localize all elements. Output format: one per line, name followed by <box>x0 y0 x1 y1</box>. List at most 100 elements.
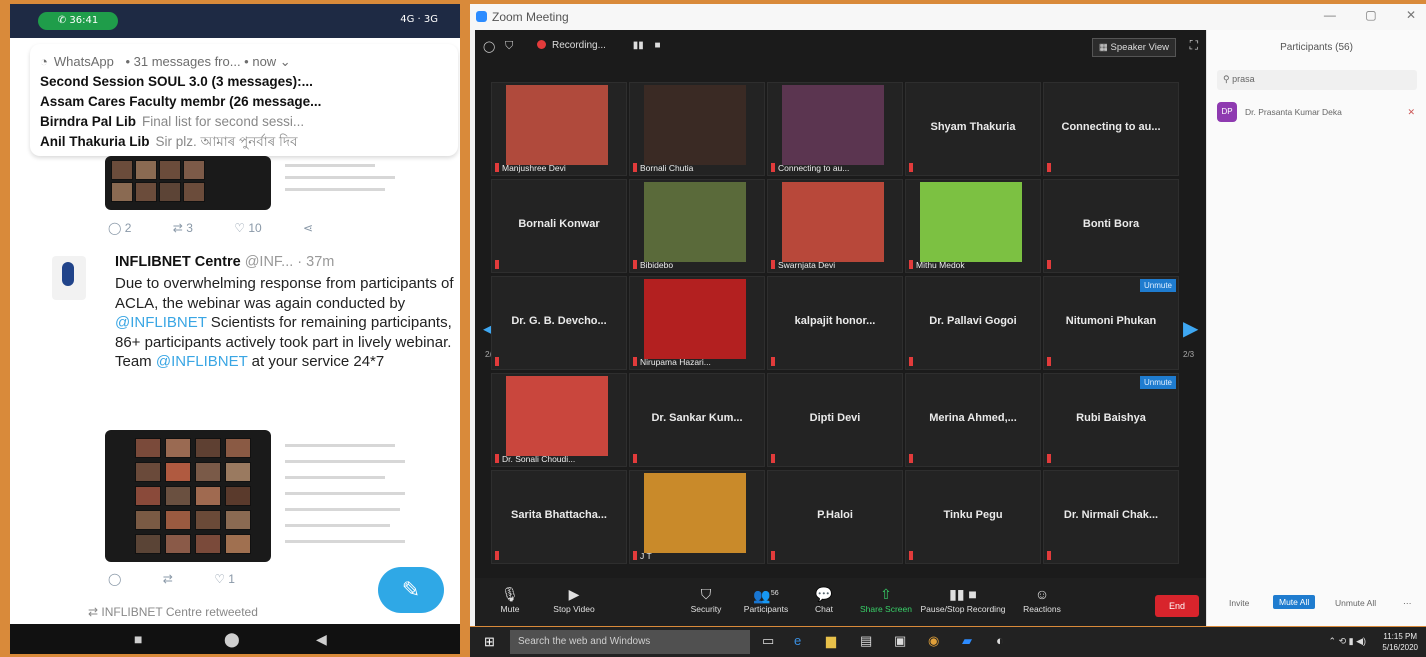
share-screen-button[interactable]: ⇧ Share Screen <box>851 584 921 614</box>
status-bar: ✆ 36:41 4G · 3G <box>10 4 460 38</box>
unmute-all-button[interactable]: Unmute All <box>1335 598 1376 608</box>
notification-line: Anil Thakuria Lib Sir plz. আমাৰ পুনৰ্বাৰ … <box>40 134 298 149</box>
mute-button[interactable]: 🎙 Mute <box>475 584 545 614</box>
more-options-icon[interactable]: ⋯ <box>1403 598 1412 609</box>
participant-tile[interactable]: Bornali Chutia <box>629 82 765 176</box>
participant-tile[interactable]: Connecting to au... <box>1043 82 1179 176</box>
participant-tile[interactable]: P.Haloi <box>767 470 903 564</box>
stop-video-button[interactable]: ▶ Stop Video <box>539 584 609 614</box>
muted-mic-icon <box>1047 357 1051 366</box>
participant-tile[interactable]: Connecting to au... <box>767 82 903 176</box>
notification-summary: • 31 messages fro... • now ⌄ <box>125 54 291 69</box>
participant-video <box>782 85 884 165</box>
fullscreen-icon[interactable]: ⛶ <box>1190 38 1198 53</box>
back-icon[interactable]: ◀ <box>316 631 327 648</box>
pause-recording-icon[interactable]: ▮▮ <box>633 40 644 51</box>
retweet-button[interactable]: ⇄ <box>163 572 173 586</box>
system-tray-icons[interactable]: ⌃ ⟲ ▮ ◀) <box>1329 636 1366 647</box>
participant-tile[interactable]: Sarita Bhattacha... <box>491 470 627 564</box>
participant-tile[interactable]: kalpajit honor... <box>767 276 903 370</box>
participant-tile[interactable]: Dr. Sonali Choudi... <box>491 373 627 467</box>
app-icon[interactable]: ◐ <box>996 633 1004 648</box>
ongoing-call-pill[interactable]: ✆ 36:41 <box>38 12 118 30</box>
speaker-view-button[interactable]: ▦ Speaker View <box>1091 38 1176 57</box>
recents-icon[interactable]: ■ <box>134 631 142 647</box>
participant-tile[interactable]: Rubi Baishya Unmute <box>1043 373 1179 467</box>
muted-mic-icon <box>633 454 637 463</box>
compose-tweet-button[interactable]: ✎ <box>378 567 444 613</box>
participant-tile[interactable]: Dr. Sankar Kum... <box>629 373 765 467</box>
participant-search-input[interactable]: ⚲ prasa <box>1217 70 1417 90</box>
chat-button[interactable]: 💬 Chat <box>789 584 859 614</box>
tweet-actions: ◯ ⇄ ♡ 1 <box>108 572 273 586</box>
participant-tile[interactable]: Swarnjata Devi <box>767 179 903 273</box>
notification-line: Assam Cares Faculty membr (26 message... <box>40 94 322 109</box>
reply-button[interactable]: ◯ 2 <box>108 221 131 235</box>
maximize-button[interactable]: ▢ <box>1365 8 1376 22</box>
participant-tile[interactable]: Bonti Bora <box>1043 179 1179 273</box>
tweet-image[interactable] <box>105 156 271 210</box>
participant-tile[interactable]: Mithu Medok <box>905 179 1041 273</box>
participant-name: Mithu Medok <box>909 260 965 270</box>
home-icon[interactable]: ⬤ <box>224 631 240 648</box>
participant-video <box>644 279 746 359</box>
info-icon[interactable]: ◯ <box>483 40 495 53</box>
participants-panel-title: Participants (56) <box>1280 42 1353 53</box>
zoom-logo-icon <box>476 11 487 22</box>
whatsapp-notification[interactable]: ◔ WhatsApp • 31 messages fro... • now ⌄ S… <box>30 44 458 156</box>
like-button[interactable]: ♡ 1 <box>214 572 235 586</box>
unmute-button[interactable]: Unmute <box>1139 279 1176 292</box>
taskbar-search-input[interactable]: Search the web and Windows <box>510 630 750 654</box>
tweet-author[interactable]: INFLIBNET Centre @INF... · 37m <box>115 254 334 270</box>
edge-browser-icon[interactable]: e <box>794 633 801 648</box>
participant-row[interactable]: DP Dr. Prasanta Kumar Deka ✕ <box>1217 102 1417 124</box>
unmute-button[interactable]: Unmute <box>1139 376 1176 389</box>
participant-name: Swarnjata Devi <box>771 260 835 270</box>
zoom-window: Zoom Meeting — ▢ ✕ ◯ ⛉ Recording... ▮▮ ■… <box>470 4 1426 626</box>
like-button[interactable]: ♡ 10 <box>234 221 261 235</box>
participant-tile[interactable]: Nitumoni Phukan Unmute <box>1043 276 1179 370</box>
participant-tile[interactable]: Dr. Nirmali Chak... <box>1043 470 1179 564</box>
microphone-icon: 🎙 <box>501 586 519 602</box>
invite-button[interactable]: Invite <box>1229 598 1249 608</box>
tweet-image[interactable] <box>105 430 271 562</box>
stop-recording-icon[interactable]: ■ <box>655 40 661 51</box>
participant-video <box>644 473 746 553</box>
chrome-icon[interactable]: ◉ <box>928 633 939 649</box>
end-meeting-button[interactable]: End <box>1155 595 1199 617</box>
reactions-button[interactable]: ☺ Reactions <box>1007 584 1077 614</box>
store-icon[interactable]: ▤ <box>860 633 872 649</box>
zoom-taskbar-icon[interactable]: ▰ <box>962 633 972 649</box>
windows-start-icon[interactable]: ⊞ <box>484 634 495 650</box>
taskbar-clock[interactable]: 11:15 PM 5/16/2020 <box>1382 631 1418 653</box>
notification-line: Second Session SOUL 3.0 (3 messages):... <box>40 74 313 89</box>
recording-indicator[interactable]: Recording... ▮▮ ■ <box>537 40 661 51</box>
file-explorer-icon[interactable]: ▆ <box>826 633 836 649</box>
participant-tile[interactable]: Dr. G. B. Devcho... <box>491 276 627 370</box>
participant-tile[interactable]: Nirupama Hazari... <box>629 276 765 370</box>
participant-name: Bornali Chutia <box>633 163 693 173</box>
inflibnet-avatar[interactable] <box>52 256 86 300</box>
mention-link[interactable]: @INFLIBNET <box>115 314 207 331</box>
participant-tile[interactable]: Tinku Pegu <box>905 470 1041 564</box>
pause-stop-recording-button[interactable]: ▮▮ ■ Pause/Stop Recording <box>917 584 1009 614</box>
reply-button[interactable]: ◯ <box>108 572 121 586</box>
participant-tile[interactable]: Dipti Devi <box>767 373 903 467</box>
participant-tile[interactable]: Dr. Pallavi Gogoi <box>905 276 1041 370</box>
participant-name: Connecting to au... <box>771 163 849 173</box>
participant-tile[interactable]: Shyam Thakuria <box>905 82 1041 176</box>
shield-icon[interactable]: ⛉ <box>505 40 513 53</box>
minimize-button[interactable]: — <box>1324 8 1336 22</box>
participant-tile[interactable]: Bornali Konwar <box>491 179 627 273</box>
close-button[interactable]: ✕ <box>1406 8 1416 22</box>
share-icon[interactable]: ⋖ <box>303 221 313 235</box>
retweet-button[interactable]: ⇄ 3 <box>173 221 193 235</box>
participant-tile[interactable]: Manjushree Devi <box>491 82 627 176</box>
app-icon[interactable]: ▣ <box>894 633 906 649</box>
mention-link[interactable]: @INFLIBNET <box>156 353 248 370</box>
participant-tile[interactable]: Bibidebo <box>629 179 765 273</box>
participant-tile[interactable]: J T <box>629 470 765 564</box>
mute-all-button[interactable]: Mute All <box>1273 595 1316 609</box>
task-view-icon[interactable]: ▭ <box>762 633 774 649</box>
participant-tile[interactable]: Merina Ahmed,... <box>905 373 1041 467</box>
